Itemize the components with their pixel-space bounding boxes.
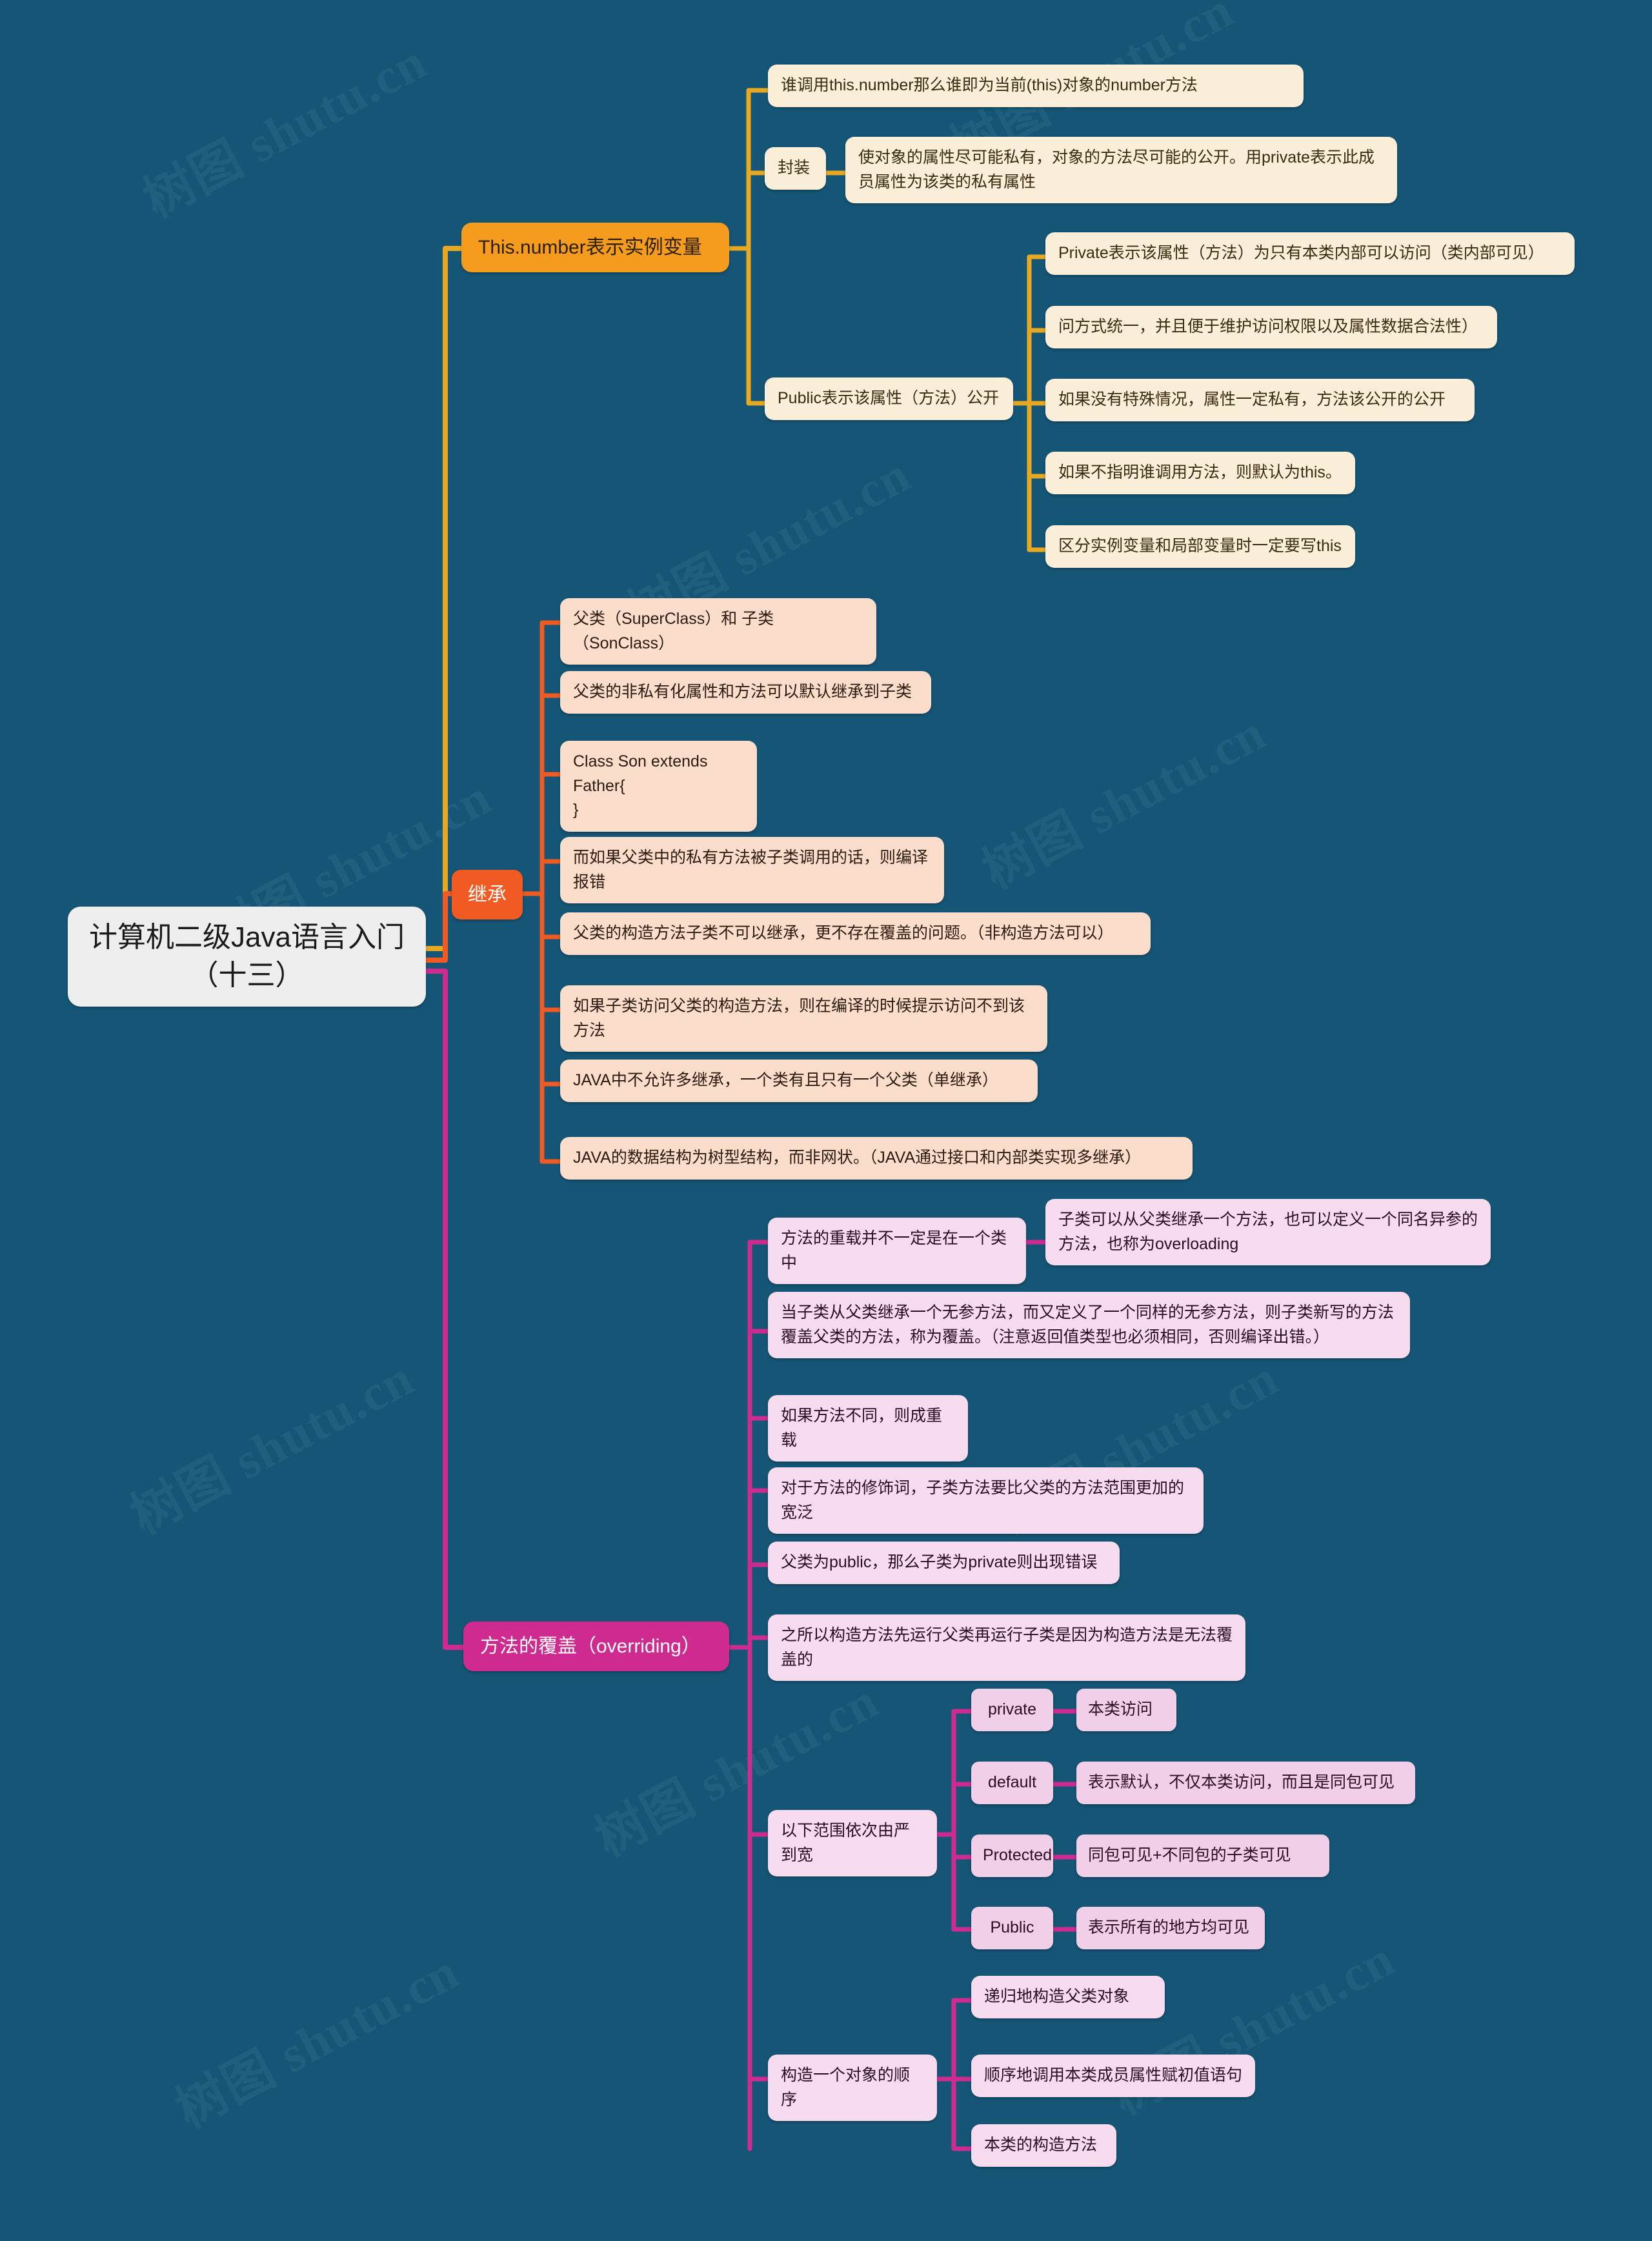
node-public-private-error[interactable]: 父类为public，那么子类为private则出现错误 xyxy=(768,1542,1120,1584)
watermark-text: 树图 shutu.cn xyxy=(134,32,436,228)
node-construct-parent-recursively[interactable]: 递归地构造父类对象 xyxy=(971,1976,1165,2018)
node-label: 子类可以从父类继承一个方法，也可以定义一个同名异参的方法，也称为overload… xyxy=(1058,1211,1478,1253)
node-encapsulation-detail[interactable]: 使对象的属性尽可能私有，对象的方法尽可能的公开。用private表示此成员属性为… xyxy=(845,137,1397,203)
node-modifier-private-detail[interactable]: 本类访问 xyxy=(1076,1689,1176,1731)
node-label: private xyxy=(987,1700,1037,1718)
node-who-calls-this-number[interactable]: 谁调用this.number那么谁即为当前(this)对象的number方法 xyxy=(768,65,1304,107)
node-label: 本类访问 xyxy=(1088,1700,1153,1718)
node-label: 父类（SuperClass）和 子类（SonClass） xyxy=(573,610,774,652)
node-distinguish-variables[interactable]: 区分实例变量和局部变量时一定要写this xyxy=(1045,525,1355,568)
node-access-uniform[interactable]: 问方式统一，并且便于维护访问权限以及属性数据合法性） xyxy=(1045,306,1497,348)
node-scope-strict-to-wide[interactable]: 以下范围依次由严到宽 xyxy=(768,1810,937,1876)
node-label: 谁调用this.number那么谁即为当前(this)对象的number方法 xyxy=(781,76,1198,94)
node-modifier-public-detail[interactable]: 表示所有的地方均可见 xyxy=(1076,1907,1265,1949)
branch-label: This.number表示实例变量 xyxy=(478,237,702,258)
node-label: Public表示该属性（方法）公开 xyxy=(778,389,1000,407)
node-label: 同包可见+不同包的子类可见 xyxy=(1088,1846,1291,1864)
node-own-constructor[interactable]: 本类的构造方法 xyxy=(971,2124,1116,2167)
node-encapsulation[interactable]: 封装 xyxy=(765,147,826,190)
watermark-text: 树图 shutu.cn xyxy=(1102,1929,1404,2125)
node-label: Class Son extends Father{ } xyxy=(573,752,708,819)
node-label: 构造一个对象的顺序 xyxy=(781,2066,911,2109)
node-label: 问方式统一，并且便于维护访问权限以及属性数据合法性） xyxy=(1058,317,1478,336)
node-private-visibility[interactable]: Private表示该属性（方法）为只有本类内部可以访问（类内部可见） xyxy=(1045,232,1575,275)
node-modifier-public[interactable]: Public xyxy=(971,1907,1053,1949)
node-label: Public xyxy=(990,1918,1034,1936)
node-label: 如果没有特殊情况，属性一定私有，方法该公开的公开 xyxy=(1058,390,1446,408)
node-label: 本类的构造方法 xyxy=(984,2136,1098,2154)
watermark-text: 树图 shutu.cn xyxy=(166,1942,468,2138)
branch-node-this-number[interactable]: This.number表示实例变量 xyxy=(461,223,729,272)
node-label: Private表示该属性（方法）为只有本类内部可以访问（类内部可见） xyxy=(1058,244,1544,262)
node-label: 表示默认，不仅本类访问，而且是同包可见 xyxy=(1088,1773,1395,1791)
node-public-means[interactable]: Public表示该属性（方法）公开 xyxy=(765,377,1013,420)
node-overloading-definition[interactable]: 子类可以从父类继承一个方法，也可以定义一个同名异参的方法，也称为overload… xyxy=(1045,1199,1491,1265)
node-modifier-default-detail[interactable]: 表示默认，不仅本类访问，而且是同包可见 xyxy=(1076,1762,1415,1804)
node-label: 方法的重载并不一定是在一个类中 xyxy=(781,1229,1007,1272)
node-label: JAVA的数据结构为树型结构，而非网状。（JAVA通过接口和内部类实现多继承） xyxy=(573,1149,1142,1167)
branch-label: 方法的覆盖（overriding） xyxy=(480,1636,701,1657)
node-superclass-sonclass[interactable]: 父类（SuperClass）和 子类（SonClass） xyxy=(560,598,876,665)
node-init-member-fields[interactable]: 顺序地调用本类成员属性赋初值语句 xyxy=(971,2055,1255,2097)
node-tree-structure[interactable]: JAVA的数据结构为树型结构，而非网状。（JAVA通过接口和内部类实现多继承） xyxy=(560,1137,1193,1180)
node-private-method-compile-error[interactable]: 而如果父类中的私有方法被子类调用的话，则编译报错 xyxy=(560,837,944,903)
node-label: 顺序地调用本类成员属性赋初值语句 xyxy=(984,2066,1243,2084)
node-modifier-default[interactable]: default xyxy=(971,1762,1053,1804)
node-label: 而如果父类中的私有方法被子类调用的话，则编译报错 xyxy=(573,849,929,891)
node-single-inheritance[interactable]: JAVA中不允许多继承，一个类有且只有一个父类（单继承） xyxy=(560,1060,1038,1102)
node-label: 父类的非私有化属性和方法可以默认继承到子类 xyxy=(573,683,912,701)
node-modifier-protected[interactable]: Protected xyxy=(971,1834,1053,1877)
watermark-text: 树图 shutu.cn xyxy=(121,1349,423,1545)
node-label: default xyxy=(987,1773,1037,1791)
node-label: 递归地构造父类对象 xyxy=(984,1987,1130,2005)
branch-node-inheritance[interactable]: 继承 xyxy=(452,870,523,920)
node-modifier-protected-detail[interactable]: 同包可见+不同包的子类可见 xyxy=(1076,1834,1329,1877)
node-object-construction-order[interactable]: 构造一个对象的顺序 xyxy=(768,2055,937,2121)
node-label: 如果不指明谁调用方法，则默认为this。 xyxy=(1058,463,1342,481)
node-label: 对于方法的修饰词，子类方法要比父类的方法范围更加的宽泛 xyxy=(781,1479,1185,1522)
node-nonprivate-inherit[interactable]: 父类的非私有化属性和方法可以默认继承到子类 xyxy=(560,671,931,714)
mindmap-canvas: 树图 shutu.cn 树图 shutu.cn 树图 shutu.cn 树图 s… xyxy=(0,0,1652,2241)
node-label: 封装 xyxy=(778,159,811,177)
node-label: 当子类从父类继承一个无参方法，而又定义了一个同样的无参方法，则子类新写的方法覆盖… xyxy=(781,1303,1395,1346)
node-label: 使对象的属性尽可能私有，对象的方法尽可能的公开。用private表示此成员属性为… xyxy=(858,148,1375,191)
node-label: 区分实例变量和局部变量时一定要写this xyxy=(1058,537,1342,555)
node-label: 父类为public，那么子类为private则出现错误 xyxy=(781,1553,1098,1571)
watermark-text: 树图 shutu.cn xyxy=(973,703,1274,899)
node-private-attr-public-method[interactable]: 如果没有特殊情况，属性一定私有，方法该公开的公开 xyxy=(1045,379,1475,421)
branch-label: 继承 xyxy=(468,884,507,905)
node-modifier-private[interactable]: private xyxy=(971,1689,1053,1731)
node-constructor-order-reason[interactable]: 之所以构造方法先运行父类再运行子类是因为构造方法是无法覆盖的 xyxy=(768,1614,1245,1681)
node-label: 父类的构造方法子类不可以继承，更不存在覆盖的问题。（非构造方法可以） xyxy=(573,924,1114,942)
node-label: JAVA中不允许多继承，一个类有且只有一个父类（单继承） xyxy=(573,1071,998,1089)
node-label: 之所以构造方法先运行父类再运行子类是因为构造方法是无法覆盖的 xyxy=(781,1626,1233,1669)
root-label: 计算机二级Java语言入门（十三） xyxy=(89,921,405,992)
node-label: 如果方法不同，则成重载 xyxy=(781,1407,943,1449)
node-class-son-extends-father[interactable]: Class Son extends Father{ } xyxy=(560,741,757,832)
node-label: Protected xyxy=(983,1846,1053,1864)
node-default-this[interactable]: 如果不指明谁调用方法，则默认为this。 xyxy=(1045,452,1355,494)
node-label: 表示所有的地方均可见 xyxy=(1088,1918,1250,1936)
node-override-definition[interactable]: 当子类从父类继承一个无参方法，而又定义了一个同样的无参方法，则子类新写的方法覆盖… xyxy=(768,1292,1410,1358)
node-label: 以下范围依次由严到宽 xyxy=(781,1822,911,1864)
node-modifier-scope-wider[interactable]: 对于方法的修饰词，子类方法要比父类的方法范围更加的宽泛 xyxy=(768,1467,1204,1534)
node-access-parent-constructor[interactable]: 如果子类访问父类的构造方法，则在编译的时候提示访问不到该方法 xyxy=(560,985,1047,1052)
branch-node-overriding[interactable]: 方法的覆盖（overriding） xyxy=(463,1622,729,1671)
root-node[interactable]: 计算机二级Java语言入门（十三） xyxy=(68,907,426,1007)
node-label: 如果子类访问父类的构造方法，则在编译的时候提示访问不到该方法 xyxy=(573,997,1025,1040)
node-different-method-overload[interactable]: 如果方法不同，则成重载 xyxy=(768,1395,968,1462)
node-overload-not-same-class[interactable]: 方法的重载并不一定是在一个类中 xyxy=(768,1218,1026,1284)
node-constructor-not-inherited[interactable]: 父类的构造方法子类不可以继承，更不存在覆盖的问题。（非构造方法可以） xyxy=(560,912,1151,955)
